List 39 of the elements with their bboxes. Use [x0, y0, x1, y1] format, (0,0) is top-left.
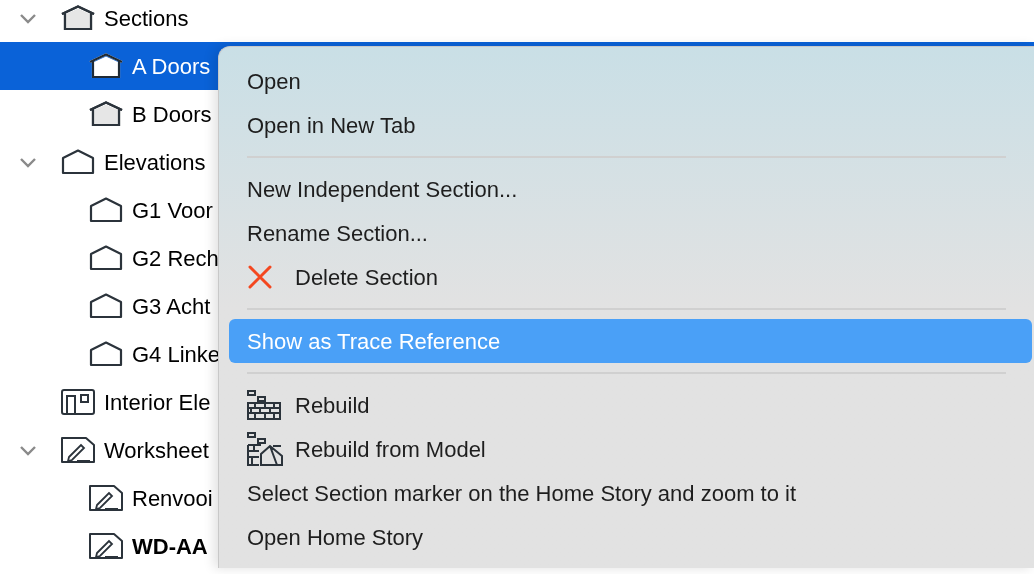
tree-item-label[interactable]: Renvooi — [132, 481, 213, 515]
house-icon — [60, 149, 96, 175]
tree-item-label[interactable]: Sections — [104, 1, 189, 35]
tree-item-label[interactable]: G2 Rech — [132, 241, 219, 275]
pencil-sheet-icon — [88, 532, 124, 560]
menu-item[interactable]: New Independent Section... — [229, 167, 1032, 211]
house-icon — [88, 341, 124, 367]
menu-item[interactable]: Open in New Tab — [229, 103, 1032, 147]
house-icon — [88, 53, 124, 79]
tree-item-label[interactable]: Worksheet — [104, 433, 209, 467]
panel-icon — [60, 388, 96, 416]
chevron-icon[interactable] — [19, 12, 37, 24]
chevron-icon[interactable] — [19, 444, 37, 456]
bricks-icon — [247, 390, 281, 420]
house-icon — [88, 197, 124, 223]
menu-item[interactable]: Open — [229, 59, 1032, 103]
house-icon — [88, 293, 124, 319]
tree-item-label[interactable]: G4 Linke — [132, 337, 221, 371]
bricks-house-icon — [247, 432, 283, 466]
tree-item-label[interactable]: WD-AA — [132, 529, 208, 563]
tree-item-label[interactable]: G1 Voor — [132, 193, 213, 227]
menu-item[interactable]: Open Home Story — [229, 515, 1032, 559]
tree-item-label[interactable]: A Doors — [132, 49, 211, 83]
house-icon — [88, 101, 124, 127]
pencil-sheet-icon — [60, 436, 96, 464]
menu-item[interactable]: Rename Section... — [229, 211, 1032, 255]
chevron-icon[interactable] — [19, 156, 37, 168]
menu-item[interactable]: Delete Section — [229, 255, 1032, 299]
tree-item-label[interactable]: B Doors — [132, 97, 212, 131]
pencil-sheet-icon — [88, 484, 124, 512]
tree-item-label[interactable]: G3 Acht — [132, 289, 211, 323]
menu-item[interactable]: Rebuild — [229, 383, 1032, 427]
tree-item-label[interactable]: Interior Ele — [104, 385, 211, 419]
house-icon — [88, 245, 124, 271]
tree-item-label[interactable]: Elevations — [104, 145, 206, 179]
house-icon — [60, 5, 96, 31]
menu-item[interactable]: Select Section marker on the Home Story and zoom to it — [229, 471, 1032, 515]
close-icon — [247, 264, 273, 290]
menu-item[interactable]: Rebuild from Model — [229, 427, 1032, 471]
